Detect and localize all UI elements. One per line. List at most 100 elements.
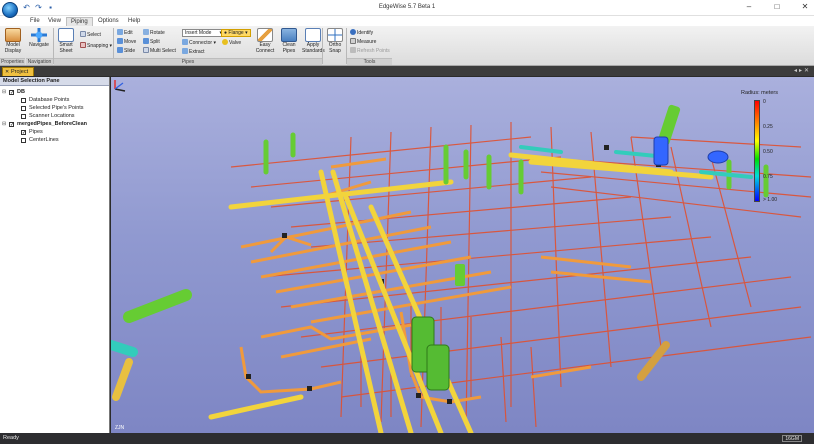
radius-color-scale	[754, 100, 760, 202]
group-label-pipes: Pipes	[54, 58, 322, 65]
easy-connect-button[interactable]: Easy Connect	[254, 28, 276, 54]
window-controls: – □ ✕	[744, 2, 810, 11]
title-bar: ↶ ↷ ▪ EdgeWise 5.7 Beta 1 – □ ✕	[0, 0, 814, 18]
multi-select-icon	[143, 47, 149, 53]
tree-checkbox[interactable]	[21, 113, 26, 119]
split-button[interactable]: Split	[143, 38, 160, 45]
status-bar: Ready 16GM	[0, 433, 814, 444]
smart-sheet-button[interactable]: Smart Sheet	[55, 28, 77, 54]
refresh-points-button[interactable]: Refresh Points	[350, 47, 390, 54]
legend-tick: > 1.00	[763, 197, 778, 203]
app-menu-button[interactable]	[2, 2, 18, 18]
extract-icon	[182, 48, 188, 54]
tree-item-database-points[interactable]: Database Points	[0, 96, 109, 104]
group-label-properties: Properties	[0, 58, 25, 65]
window-title: EdgeWise 5.7 Beta 1	[378, 4, 436, 10]
connector-dropdown[interactable]: Connector ▾	[182, 39, 216, 46]
tree-item-pipes[interactable]: Pipes	[0, 128, 109, 137]
legend-tick: 0.25	[763, 124, 773, 130]
tab-piping[interactable]: Piping	[66, 17, 93, 26]
legend-title: Radius: meters	[741, 90, 778, 96]
tree-checkbox[interactable]	[21, 129, 26, 137]
apply-standards-button[interactable]: Apply Standards	[302, 28, 325, 54]
ribbon: Model Display Navigate Smart Sheet Selec…	[0, 26, 814, 66]
close-icon[interactable]: ✕	[800, 2, 810, 11]
tree-checkbox[interactable]	[9, 89, 14, 97]
memory-indicator: 16GM	[782, 435, 802, 442]
status-text: Ready	[3, 435, 19, 441]
easy-connect-icon	[257, 28, 273, 42]
rotate-button[interactable]: Rotate	[143, 29, 165, 36]
tab-scroll-arrows-icon[interactable]: ◂▸✕	[794, 67, 811, 74]
identify-button[interactable]: Identify	[350, 29, 373, 36]
tree-checkbox[interactable]	[21, 97, 26, 103]
move-button[interactable]: Move	[117, 38, 136, 45]
minimize-icon[interactable]: –	[744, 2, 754, 11]
ortho-snap-button[interactable]: Ortho Snap	[324, 28, 346, 54]
frame-label: ZJN	[115, 425, 125, 431]
model-display-button[interactable]: Model Display	[2, 28, 24, 54]
snapping-icon	[80, 42, 86, 48]
close-tab-icon[interactable]: ✕	[5, 68, 9, 76]
tab-options[interactable]: Options	[94, 17, 123, 26]
insert-mode-select[interactable]: Insert Mode	[182, 29, 224, 37]
tree-checkbox[interactable]	[21, 105, 26, 111]
tree-item-db[interactable]: ⊟ DB	[0, 88, 109, 97]
project-tab[interactable]: ✕ Project	[2, 67, 34, 76]
clean-pipes-icon	[281, 28, 297, 42]
tree-item-merged-pipes[interactable]: ⊟ mergedPipes_BeforeClean	[0, 120, 109, 129]
collapse-icon[interactable]: ⊟	[2, 120, 6, 128]
ortho-snap-icon	[327, 28, 343, 42]
collapse-icon[interactable]: ⊟	[2, 88, 6, 96]
measure-icon	[350, 38, 356, 44]
tree-item-centerlines[interactable]: CenterLines	[0, 136, 109, 144]
legend-tick: 0.75	[763, 174, 773, 180]
clean-pipes-button[interactable]: Clean Pipes	[278, 28, 300, 54]
refresh-icon	[350, 47, 356, 53]
tree-checkbox[interactable]	[9, 121, 14, 129]
multi-select-button[interactable]: Multi Select	[143, 47, 176, 54]
axis-gizmo-icon	[114, 80, 126, 92]
navigate-button[interactable]: Navigate	[28, 28, 50, 49]
valve-icon	[222, 39, 228, 45]
valve-button[interactable]: Valve	[222, 39, 241, 46]
3d-viewport[interactable]: Radius: meters 0 0.25 0.50 0.75 > 1.00 Z…	[111, 77, 814, 433]
tree-item-selected-pipes-points[interactable]: Selected Pipe's Points	[0, 104, 109, 112]
slide-button[interactable]: Slide	[117, 47, 135, 54]
menu-bar: File View Piping Options Help	[0, 16, 814, 26]
tree-checkbox[interactable]	[21, 137, 26, 143]
tree-item-scanner-locations[interactable]: Scanner Locations	[0, 112, 109, 120]
navigate-arrows-icon	[31, 28, 47, 42]
edit-button[interactable]: Edit	[117, 29, 133, 36]
snapping-dropdown[interactable]: Snapping ▾	[80, 42, 112, 49]
rotate-icon	[143, 29, 149, 35]
apply-standards-icon	[305, 28, 321, 42]
pane-title: Model Selection Pane	[0, 77, 109, 86]
pipe-model-scene[interactable]	[111, 77, 814, 433]
move-icon	[117, 38, 123, 44]
model-display-icon	[5, 28, 21, 42]
extract-button[interactable]: Extract	[182, 48, 205, 55]
maximize-icon[interactable]: □	[772, 2, 782, 11]
select-button[interactable]: Select	[80, 31, 101, 38]
identify-icon	[350, 29, 356, 35]
select-icon	[80, 31, 86, 37]
edit-icon	[117, 29, 123, 35]
flange-dropdown[interactable]: ● Flange ▾	[221, 29, 251, 37]
blue-vessels	[653, 136, 729, 166]
measure-button[interactable]: Measure	[350, 38, 376, 45]
legend-tick: 0.50	[763, 149, 773, 155]
smart-sheet-icon	[58, 28, 74, 42]
document-tab-strip: ✕ Project ◂▸✕	[0, 66, 814, 76]
model-selection-pane: Model Selection Pane ⊟ DB Database Point…	[0, 77, 110, 433]
tab-view[interactable]: View	[44, 17, 65, 26]
split-icon	[143, 38, 149, 44]
tab-file[interactable]: File	[26, 17, 44, 26]
slide-icon	[117, 47, 123, 53]
pipe-fittings	[246, 145, 661, 404]
tab-help[interactable]: Help	[124, 17, 144, 26]
group-label-tools: Tools	[347, 58, 392, 65]
group-label-navigation: Navigation	[26, 58, 53, 65]
legend-tick: 0	[763, 99, 766, 105]
group-separator	[322, 28, 323, 64]
